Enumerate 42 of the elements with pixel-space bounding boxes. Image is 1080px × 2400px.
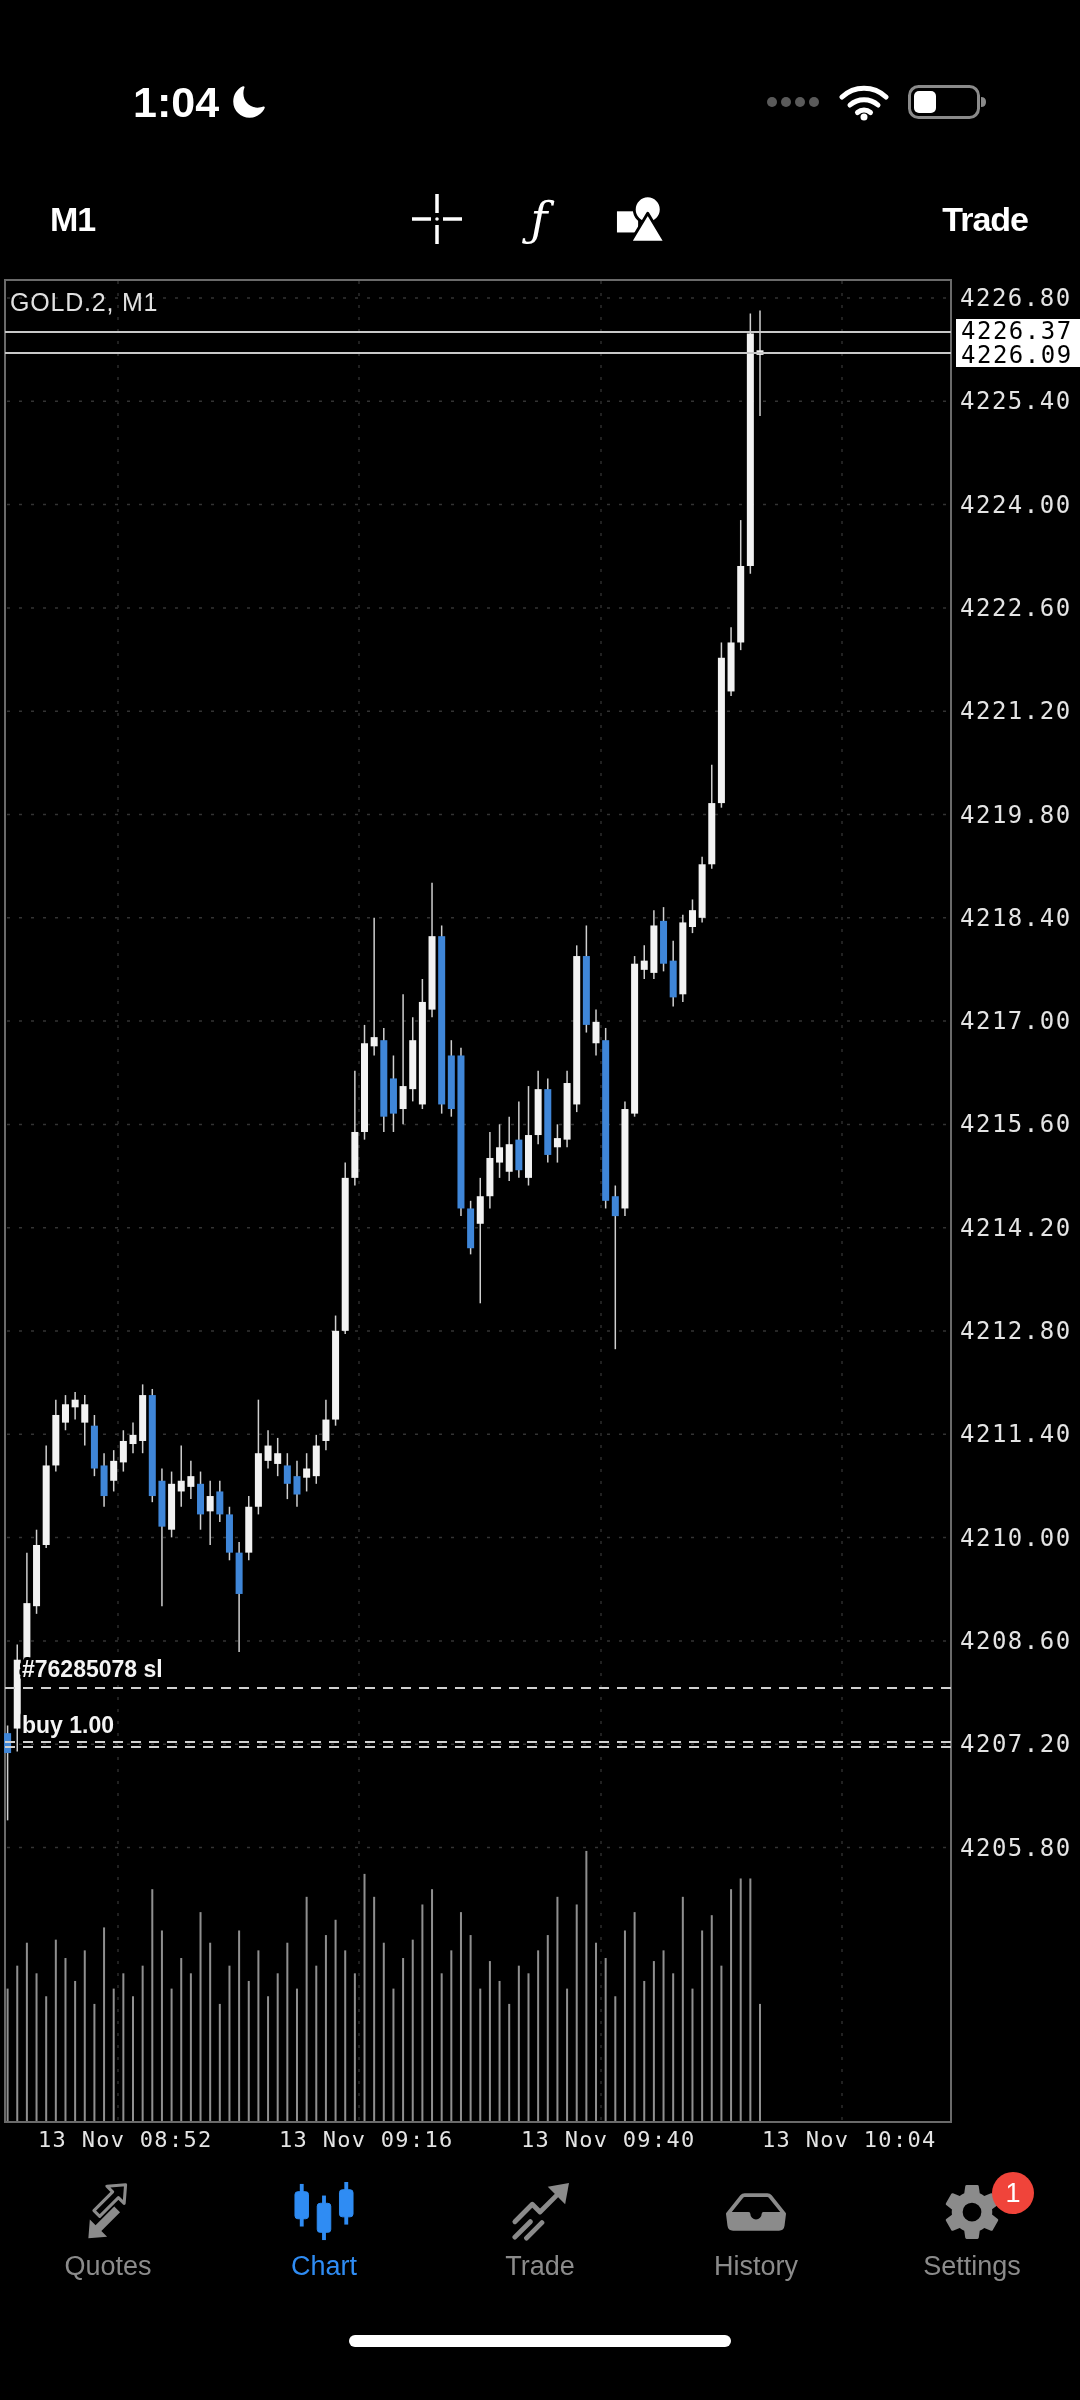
tab-button[interactable]: Quotes <box>0 2168 216 2286</box>
price-axis-label: 4210.00 <box>960 1523 1072 1552</box>
notification-badge: 1 <box>992 2172 1034 2214</box>
price-axis-label: 4214.20 <box>960 1213 1072 1242</box>
price-axis-label: 4226.80 <box>960 284 1072 312</box>
price-axis-label: 4219.80 <box>960 800 1072 829</box>
price-axis-label: 4215.60 <box>960 1110 1072 1139</box>
crosshair-icon[interactable] <box>412 194 463 244</box>
price-axis-label: 4205.80 <box>960 1833 1072 1862</box>
trade-button[interactable]: Trade <box>942 199 1028 239</box>
battery-icon <box>908 85 986 119</box>
price-tag: 4226.09 <box>956 341 1080 369</box>
price-axis-label: 4225.40 <box>960 387 1072 416</box>
timeframe-button[interactable]: M1 <box>50 199 96 239</box>
time-axis-label: 13 Nov 08:52 <box>38 2126 213 2152</box>
time-axis-label: 13 Nov 10:04 <box>762 2126 937 2152</box>
order-label: #76285078 sl <box>22 1656 163 1682</box>
price-axis-label: 4217.00 <box>960 1007 1072 1036</box>
signal-dots-icon <box>766 96 820 108</box>
tab-button[interactable]: Chart <box>216 2168 432 2286</box>
status-time: 1:04 <box>133 77 220 128</box>
tab-button[interactable]: 1 Settings <box>864 2168 1080 2286</box>
price-axis-label: 4212.80 <box>960 1317 1072 1345</box>
price-axis-label: 4224.00 <box>960 490 1072 519</box>
shapes-icon[interactable] <box>615 194 666 244</box>
time-axis-label: 13 Nov 09:16 <box>279 2126 454 2152</box>
wifi-icon <box>839 83 889 121</box>
chart-symbol-label: GOLD.2, M1 <box>10 288 159 316</box>
moon-icon <box>231 84 268 120</box>
price-axis-label: 4218.40 <box>960 903 1072 932</box>
candlestick-icon <box>292 2182 356 2242</box>
price-tag: 4226.37 <box>956 317 1080 345</box>
price-axis-label: 4221.20 <box>960 697 1072 726</box>
price-axis-label: 4207.20 <box>960 1730 1072 1759</box>
time-axis-label: 13 Nov 09:40 <box>521 2126 696 2152</box>
order-label: buy 1.00 <box>22 1712 115 1738</box>
price-axis-label: 4208.60 <box>960 1626 1072 1655</box>
price-axis-label: 4222.60 <box>960 593 1072 622</box>
tab-button[interactable]: History <box>648 2168 864 2286</box>
tab-button[interactable]: Trade <box>432 2168 648 2286</box>
price-axis-label: 4211.40 <box>960 1420 1072 1449</box>
trend-arrow-icon <box>509 2183 571 2241</box>
